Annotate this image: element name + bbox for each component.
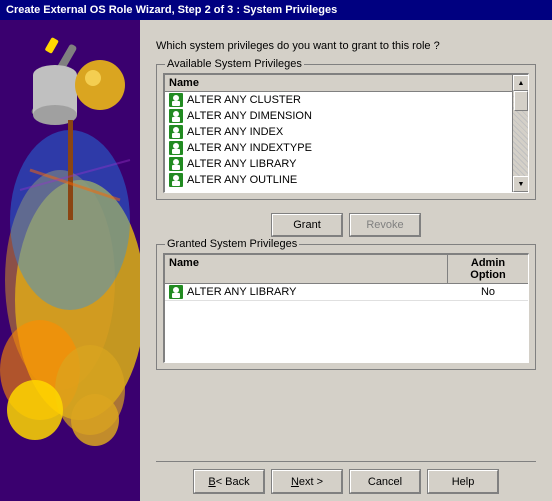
- help-button[interactable]: Help: [428, 470, 498, 493]
- list-item[interactable]: ALTER ANY LIBRARY: [165, 156, 512, 172]
- available-list-scrollbar[interactable]: ▲ ▼: [512, 75, 528, 192]
- priv-icon: [169, 125, 183, 139]
- available-list-header: Name: [165, 75, 512, 92]
- priv-icon: [169, 109, 183, 123]
- table-cell-name: ALTER ANY LIBRARY: [165, 284, 448, 300]
- list-item[interactable]: ALTER ANY INDEX: [165, 124, 512, 140]
- table-cell-admin: No: [448, 284, 528, 300]
- scroll-up-button[interactable]: ▲: [513, 75, 529, 91]
- available-group-label: Available System Privileges: [165, 58, 304, 70]
- table-header-name: Name: [165, 255, 448, 283]
- table-header-admin: Admin Option: [448, 255, 528, 283]
- list-item-text: ALTER ANY CLUSTER: [187, 94, 301, 106]
- granted-group-label: Granted System Privileges: [165, 238, 299, 250]
- list-item-text: ALTER ANY INDEXTYPE: [187, 142, 312, 154]
- next-label: Next >: [291, 476, 323, 488]
- list-item[interactable]: ALTER ANY OUTLINE: [165, 172, 512, 188]
- priv-icon: [169, 141, 183, 155]
- granted-table[interactable]: Name Admin Option ALTER ANY LIBRARY No: [163, 253, 529, 363]
- scroll-track[interactable]: [513, 91, 528, 176]
- available-list-inner[interactable]: Name ALTER ANY CLUSTER ALTER ANY DIMENSI…: [165, 75, 512, 192]
- revoke-button[interactable]: Revoke: [350, 214, 420, 236]
- priv-icon: [169, 157, 183, 171]
- available-list-box[interactable]: Name ALTER ANY CLUSTER ALTER ANY DIMENSI…: [163, 73, 529, 193]
- back-label: B< Back< Back: [208, 476, 249, 488]
- grant-button[interactable]: Grant: [272, 214, 342, 236]
- cancel-label: Cancel: [368, 476, 402, 488]
- list-item[interactable]: ALTER ANY CLUSTER: [165, 92, 512, 108]
- cancel-button[interactable]: Cancel: [350, 470, 420, 493]
- list-item-text: ALTER ANY OUTLINE: [187, 174, 297, 186]
- scroll-thumb[interactable]: [514, 91, 528, 111]
- table-row[interactable]: ALTER ANY LIBRARY No: [165, 284, 528, 301]
- list-item-text: ALTER ANY LIBRARY: [187, 158, 296, 170]
- scroll-down-button[interactable]: ▼: [513, 176, 529, 192]
- priv-icon: [169, 93, 183, 107]
- available-privileges-group: Available System Privileges Name ALTER A…: [156, 64, 536, 200]
- right-panel: Which system privileges do you want to g…: [140, 20, 552, 501]
- list-item-text: ALTER ANY DIMENSION: [187, 110, 312, 122]
- granted-privileges-group: Granted System Privileges Name Admin Opt…: [156, 244, 536, 370]
- list-item-text: ALTER ANY INDEX: [187, 126, 283, 138]
- back-button[interactable]: B< Back< Back: [194, 470, 264, 493]
- priv-icon: [169, 285, 183, 299]
- list-item[interactable]: ALTER ANY INDEXTYPE: [165, 140, 512, 156]
- grant-revoke-row: Grant Revoke: [156, 214, 536, 236]
- wizard-art-panel: [0, 20, 140, 501]
- question-text: Which system privileges do you want to g…: [156, 40, 536, 52]
- help-label: Help: [452, 476, 475, 488]
- title-bar-label: Create External OS Role Wizard, Step 2 o…: [6, 4, 337, 16]
- next-button[interactable]: Next >: [272, 470, 342, 493]
- granted-item-name: ALTER ANY LIBRARY: [187, 286, 296, 298]
- list-item[interactable]: ALTER ANY DIMENSION: [165, 108, 512, 124]
- priv-icon: [169, 173, 183, 187]
- granted-table-header: Name Admin Option: [165, 255, 528, 284]
